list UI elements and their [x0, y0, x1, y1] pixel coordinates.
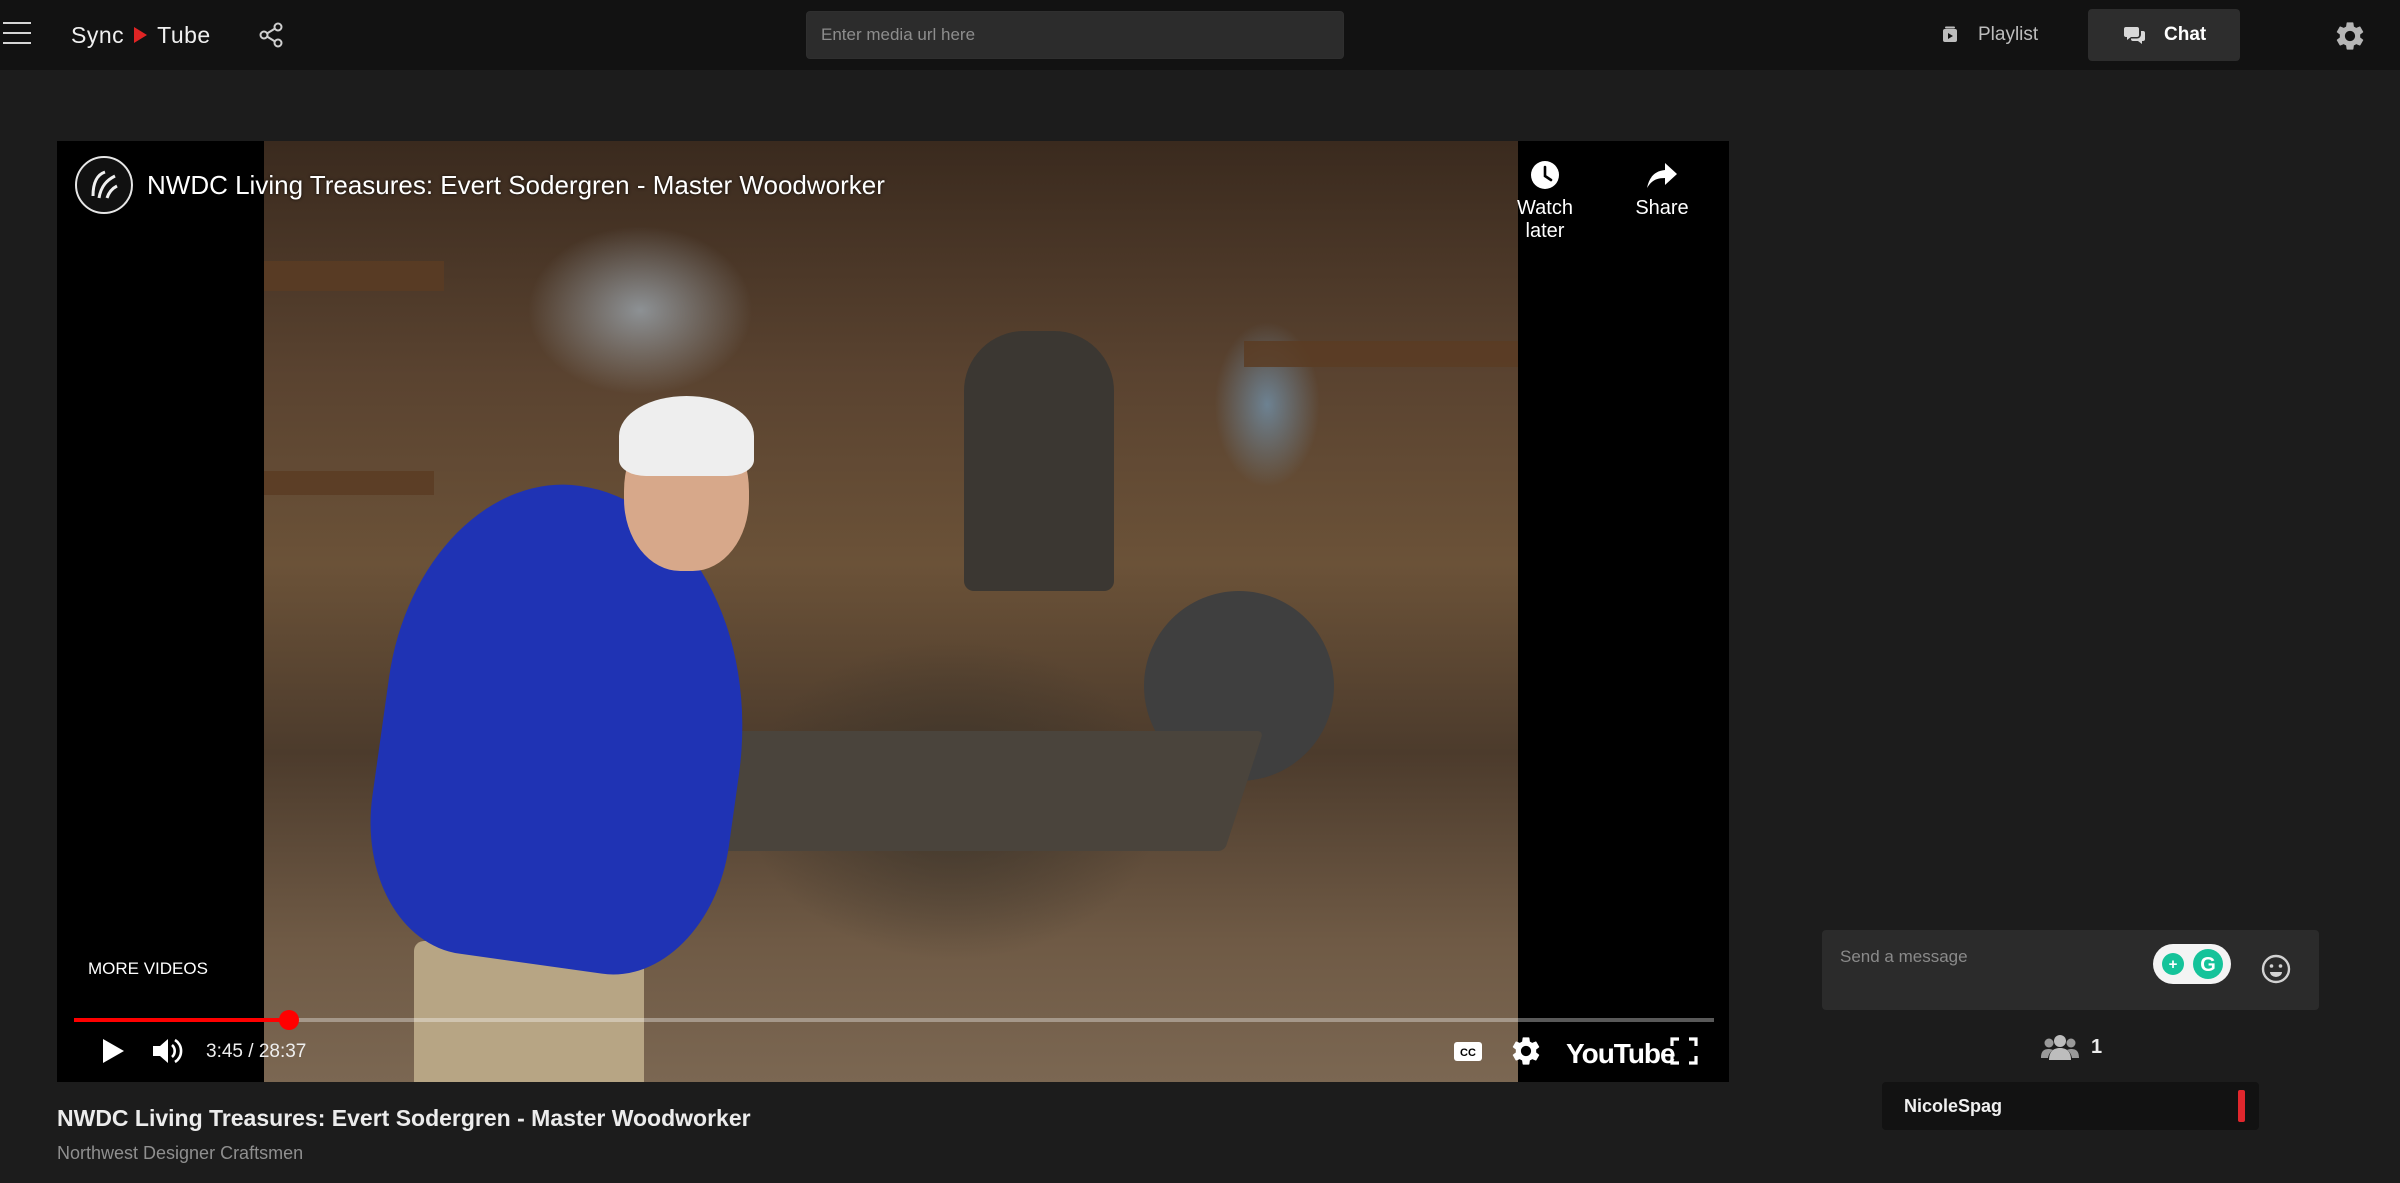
video-player[interactable]: NWDC Living Treasures: Evert Sodergren -…: [57, 141, 1729, 1082]
gear-icon[interactable]: [2333, 19, 2367, 53]
media-url-input[interactable]: [806, 11, 1344, 59]
scene-shelf: [1244, 341, 1518, 367]
play-icon[interactable]: [95, 1034, 129, 1073]
user-name: NicoleSpag: [1904, 1096, 2003, 1116]
video-frame: [264, 141, 1518, 1082]
channel-avatar[interactable]: [75, 156, 133, 214]
tab-chat[interactable]: Chat: [2088, 9, 2240, 61]
watch-later-label: Watch later: [1517, 197, 1573, 242]
menu-icon[interactable]: [3, 22, 31, 46]
share-arrow-icon: [1647, 163, 1677, 188]
user-list-item[interactable]: NicoleSpag: [1882, 1082, 2259, 1130]
connected-users-count: 1: [2041, 1030, 2102, 1064]
share-video-button[interactable]: Share: [1617, 159, 1707, 220]
progress-bar[interactable]: [74, 1010, 1714, 1030]
scene-shelf: [264, 261, 444, 291]
playlist-icon: [1943, 26, 1957, 42]
player-title-row: NWDC Living Treasures: Evert Sodergren -…: [75, 155, 885, 215]
users-icon: [2041, 1035, 2079, 1060]
share-label: Share: [1635, 197, 1689, 219]
youtube-logo[interactable]: YouTube: [1566, 1038, 1676, 1070]
tab-chat-label: Chat: [2164, 24, 2207, 45]
video-channel: Northwest Designer Craftsmen: [57, 1143, 304, 1163]
scene-bandsaw: [964, 331, 1114, 591]
chat-message-input[interactable]: [1822, 930, 2152, 1010]
video-title: NWDC Living Treasures: Evert Sodergren -…: [57, 1105, 751, 1131]
app-logo[interactable]: Sync Tube: [71, 20, 211, 50]
fullscreen-icon[interactable]: [1667, 1034, 1701, 1073]
logo-word-sync: Sync: [71, 21, 125, 48]
scene-person-hair: [619, 396, 754, 476]
settings-icon[interactable]: [1509, 1034, 1543, 1073]
progress-handle[interactable]: [278, 1010, 299, 1030]
watch-later-button[interactable]: Watch later: [1500, 159, 1590, 243]
clock-icon: [1531, 161, 1559, 189]
tab-playlist-label: Playlist: [1978, 24, 2039, 45]
time-display: 3:45 / 28:37: [206, 1041, 307, 1062]
grammarly-icon: + G: [2162, 949, 2223, 979]
grammarly-widget[interactable]: + G: [2153, 944, 2231, 984]
user-status-indicator: [2238, 1090, 2245, 1122]
svg-text:G: G: [2200, 954, 2216, 976]
scene-shelf: [264, 471, 434, 495]
top-bar: Sync Tube Playlist Chat: [0, 0, 2400, 70]
progress-played: [74, 1018, 289, 1022]
player-video-title[interactable]: NWDC Living Treasures: Evert Sodergren -…: [147, 170, 885, 201]
logo-word-tube: Tube: [157, 21, 211, 48]
svg-text:+: +: [2169, 956, 2178, 973]
chat-input-box: + G: [1822, 930, 2319, 1010]
volume-icon[interactable]: [150, 1034, 186, 1073]
captions-icon[interactable]: CC: [1451, 1034, 1485, 1073]
svg-text:CC: CC: [1460, 1047, 1476, 1059]
more-videos-button[interactable]: MORE VIDEOS: [88, 959, 208, 979]
chat-icon: [2124, 27, 2145, 44]
users-count-value: 1: [2091, 1035, 2103, 1058]
logo-play-triangle-icon: [134, 27, 148, 43]
emoji-icon[interactable]: [2259, 952, 2293, 991]
tab-playlist[interactable]: Playlist: [1920, 9, 2060, 61]
share-icon[interactable]: [258, 22, 288, 50]
channel-logo-icon: [91, 170, 118, 199]
